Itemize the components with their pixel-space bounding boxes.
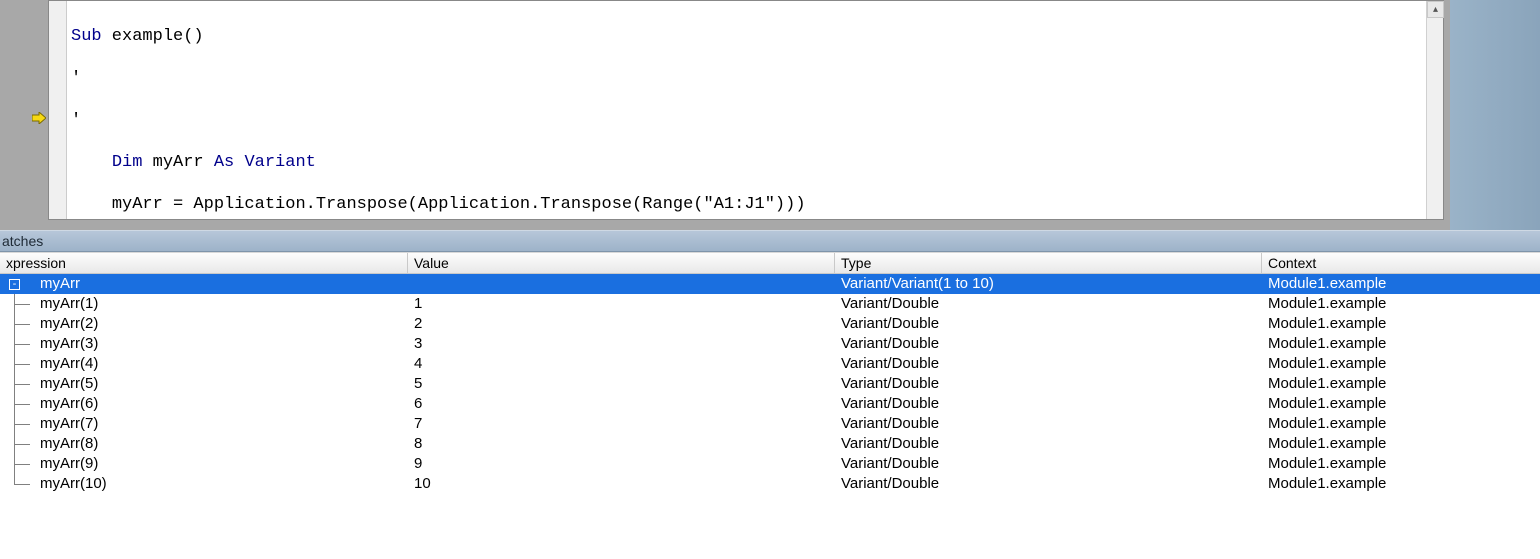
watch-expression: myArr(10) <box>40 474 107 494</box>
execution-pointer-icon <box>32 112 46 124</box>
watch-value <box>408 274 835 294</box>
watches-body: - myArr Variant/Variant(1 to 10) Module1… <box>0 274 1540 494</box>
watch-type: Variant/Double <box>835 374 1262 394</box>
tree-branch-icon <box>0 294 40 314</box>
watch-child-row[interactable]: myArr(6) 6Variant/DoubleModule1.example <box>0 394 1540 414</box>
watch-type: Variant/Double <box>835 394 1262 414</box>
vertical-scrollbar[interactable]: ▴ <box>1426 1 1443 219</box>
watch-value: 3 <box>408 334 835 354</box>
watch-context: Module1.example <box>1262 374 1540 394</box>
watch-child-row[interactable]: myArr(10) 10Variant/DoubleModule1.example <box>0 474 1540 494</box>
tree-branch-icon <box>0 454 40 474</box>
watch-child-row[interactable]: myArr(3) 3Variant/DoubleModule1.example <box>0 334 1540 354</box>
watch-expression: myArr(2) <box>40 314 98 334</box>
watch-type: Variant/Variant(1 to 10) <box>835 274 1262 294</box>
tree-branch-icon <box>0 374 40 394</box>
watch-value: 7 <box>408 414 835 434</box>
watch-child-row[interactable]: myArr(7) 7Variant/DoubleModule1.example <box>0 414 1540 434</box>
watch-child-row[interactable]: myArr(9) 9Variant/DoubleModule1.example <box>0 454 1540 474</box>
watches-header-row: xpression Value Type Context <box>0 252 1540 274</box>
watch-expression: myArr(5) <box>40 374 98 394</box>
watch-context: Module1.example <box>1262 434 1540 454</box>
watch-type: Variant/Double <box>835 474 1262 494</box>
code-text: example() <box>102 27 204 46</box>
watch-context: Module1.example <box>1262 294 1540 314</box>
watch-child-row[interactable]: myArr(8) 8Variant/DoubleModule1.example <box>0 434 1540 454</box>
margin-indicator-bar[interactable] <box>49 1 67 219</box>
code-text-area[interactable]: Sub example() ' ' Dim myArr As Variant m… <box>67 1 1426 219</box>
watch-context: Module1.example <box>1262 274 1540 294</box>
tree-branch-icon <box>0 474 40 494</box>
tree-branch-icon <box>0 434 40 454</box>
watch-root-row[interactable]: - myArr Variant/Variant(1 to 10) Module1… <box>0 274 1540 294</box>
watch-expression: myArr(1) <box>40 294 98 314</box>
watch-expression: myArr(3) <box>40 334 98 354</box>
watch-value: 4 <box>408 354 835 374</box>
tree-branch-icon <box>0 314 40 334</box>
code-indent <box>71 153 112 172</box>
watch-type: Variant/Double <box>835 334 1262 354</box>
header-type[interactable]: Type <box>835 253 1262 273</box>
keyword: Dim <box>112 153 143 172</box>
watch-type: Variant/Double <box>835 314 1262 334</box>
watch-expression: myArr(4) <box>40 354 98 374</box>
watch-type: Variant/Double <box>835 454 1262 474</box>
watch-value: 1 <box>408 294 835 314</box>
watch-child-row[interactable]: myArr(2) 2Variant/DoubleModule1.example <box>0 314 1540 334</box>
watch-context: Module1.example <box>1262 454 1540 474</box>
watch-value: 10 <box>408 474 835 494</box>
watch-value: 8 <box>408 434 835 454</box>
header-context[interactable]: Context <box>1262 253 1540 273</box>
tree-expander-area[interactable]: - <box>0 274 40 294</box>
watch-child-row[interactable]: myArr(4) 4Variant/DoubleModule1.example <box>0 354 1540 374</box>
code-indent <box>71 195 112 214</box>
keyword: As Variant <box>214 153 316 172</box>
watch-context: Module1.example <box>1262 474 1540 494</box>
keyword: Sub <box>71 27 102 46</box>
watch-expression: myArr(8) <box>40 434 98 454</box>
header-expression[interactable]: xpression <box>0 253 408 273</box>
watch-value: 2 <box>408 314 835 334</box>
watches-panel: xpression Value Type Context - myArr Var… <box>0 252 1540 559</box>
code-text: myArr = Application.Transpose(Applicatio… <box>112 195 806 214</box>
watch-context: Module1.example <box>1262 414 1540 434</box>
code-text: ' <box>71 69 81 88</box>
watch-child-row[interactable]: myArr(5) 5Variant/DoubleModule1.example <box>0 374 1540 394</box>
code-text: myArr <box>142 153 213 172</box>
watch-expression: myArr(9) <box>40 454 98 474</box>
watch-expression: myArr(6) <box>40 394 98 414</box>
watch-value: 5 <box>408 374 835 394</box>
watch-type: Variant/Double <box>835 354 1262 374</box>
watches-panel-title[interactable]: atches <box>0 230 1540 252</box>
watch-type: Variant/Double <box>835 414 1262 434</box>
watch-context: Module1.example <box>1262 354 1540 374</box>
collapse-icon[interactable]: - <box>9 279 20 290</box>
code-pane[interactable]: Sub example() ' ' Dim myArr As Variant m… <box>48 0 1444 220</box>
scroll-up-button[interactable]: ▴ <box>1427 1 1444 18</box>
tree-branch-icon <box>0 414 40 434</box>
watch-context: Module1.example <box>1262 394 1540 414</box>
watch-context: Module1.example <box>1262 314 1540 334</box>
watch-value: 6 <box>408 394 835 414</box>
tree-branch-icon <box>0 334 40 354</box>
watch-child-row[interactable]: myArr(1) 1Variant/DoubleModule1.example <box>0 294 1540 314</box>
watch-expression: myArr <box>40 274 80 294</box>
tree-branch-icon <box>0 354 40 374</box>
code-text: ' <box>71 111 81 130</box>
tree-branch-icon <box>0 394 40 414</box>
watch-value: 9 <box>408 454 835 474</box>
watch-type: Variant/Double <box>835 294 1262 314</box>
docked-panel-edge <box>1450 0 1540 230</box>
watch-context: Module1.example <box>1262 334 1540 354</box>
watch-type: Variant/Double <box>835 434 1262 454</box>
watch-expression: myArr(7) <box>40 414 98 434</box>
code-editor-region: Sub example() ' ' Dim myArr As Variant m… <box>0 0 1540 230</box>
header-value[interactable]: Value <box>408 253 835 273</box>
